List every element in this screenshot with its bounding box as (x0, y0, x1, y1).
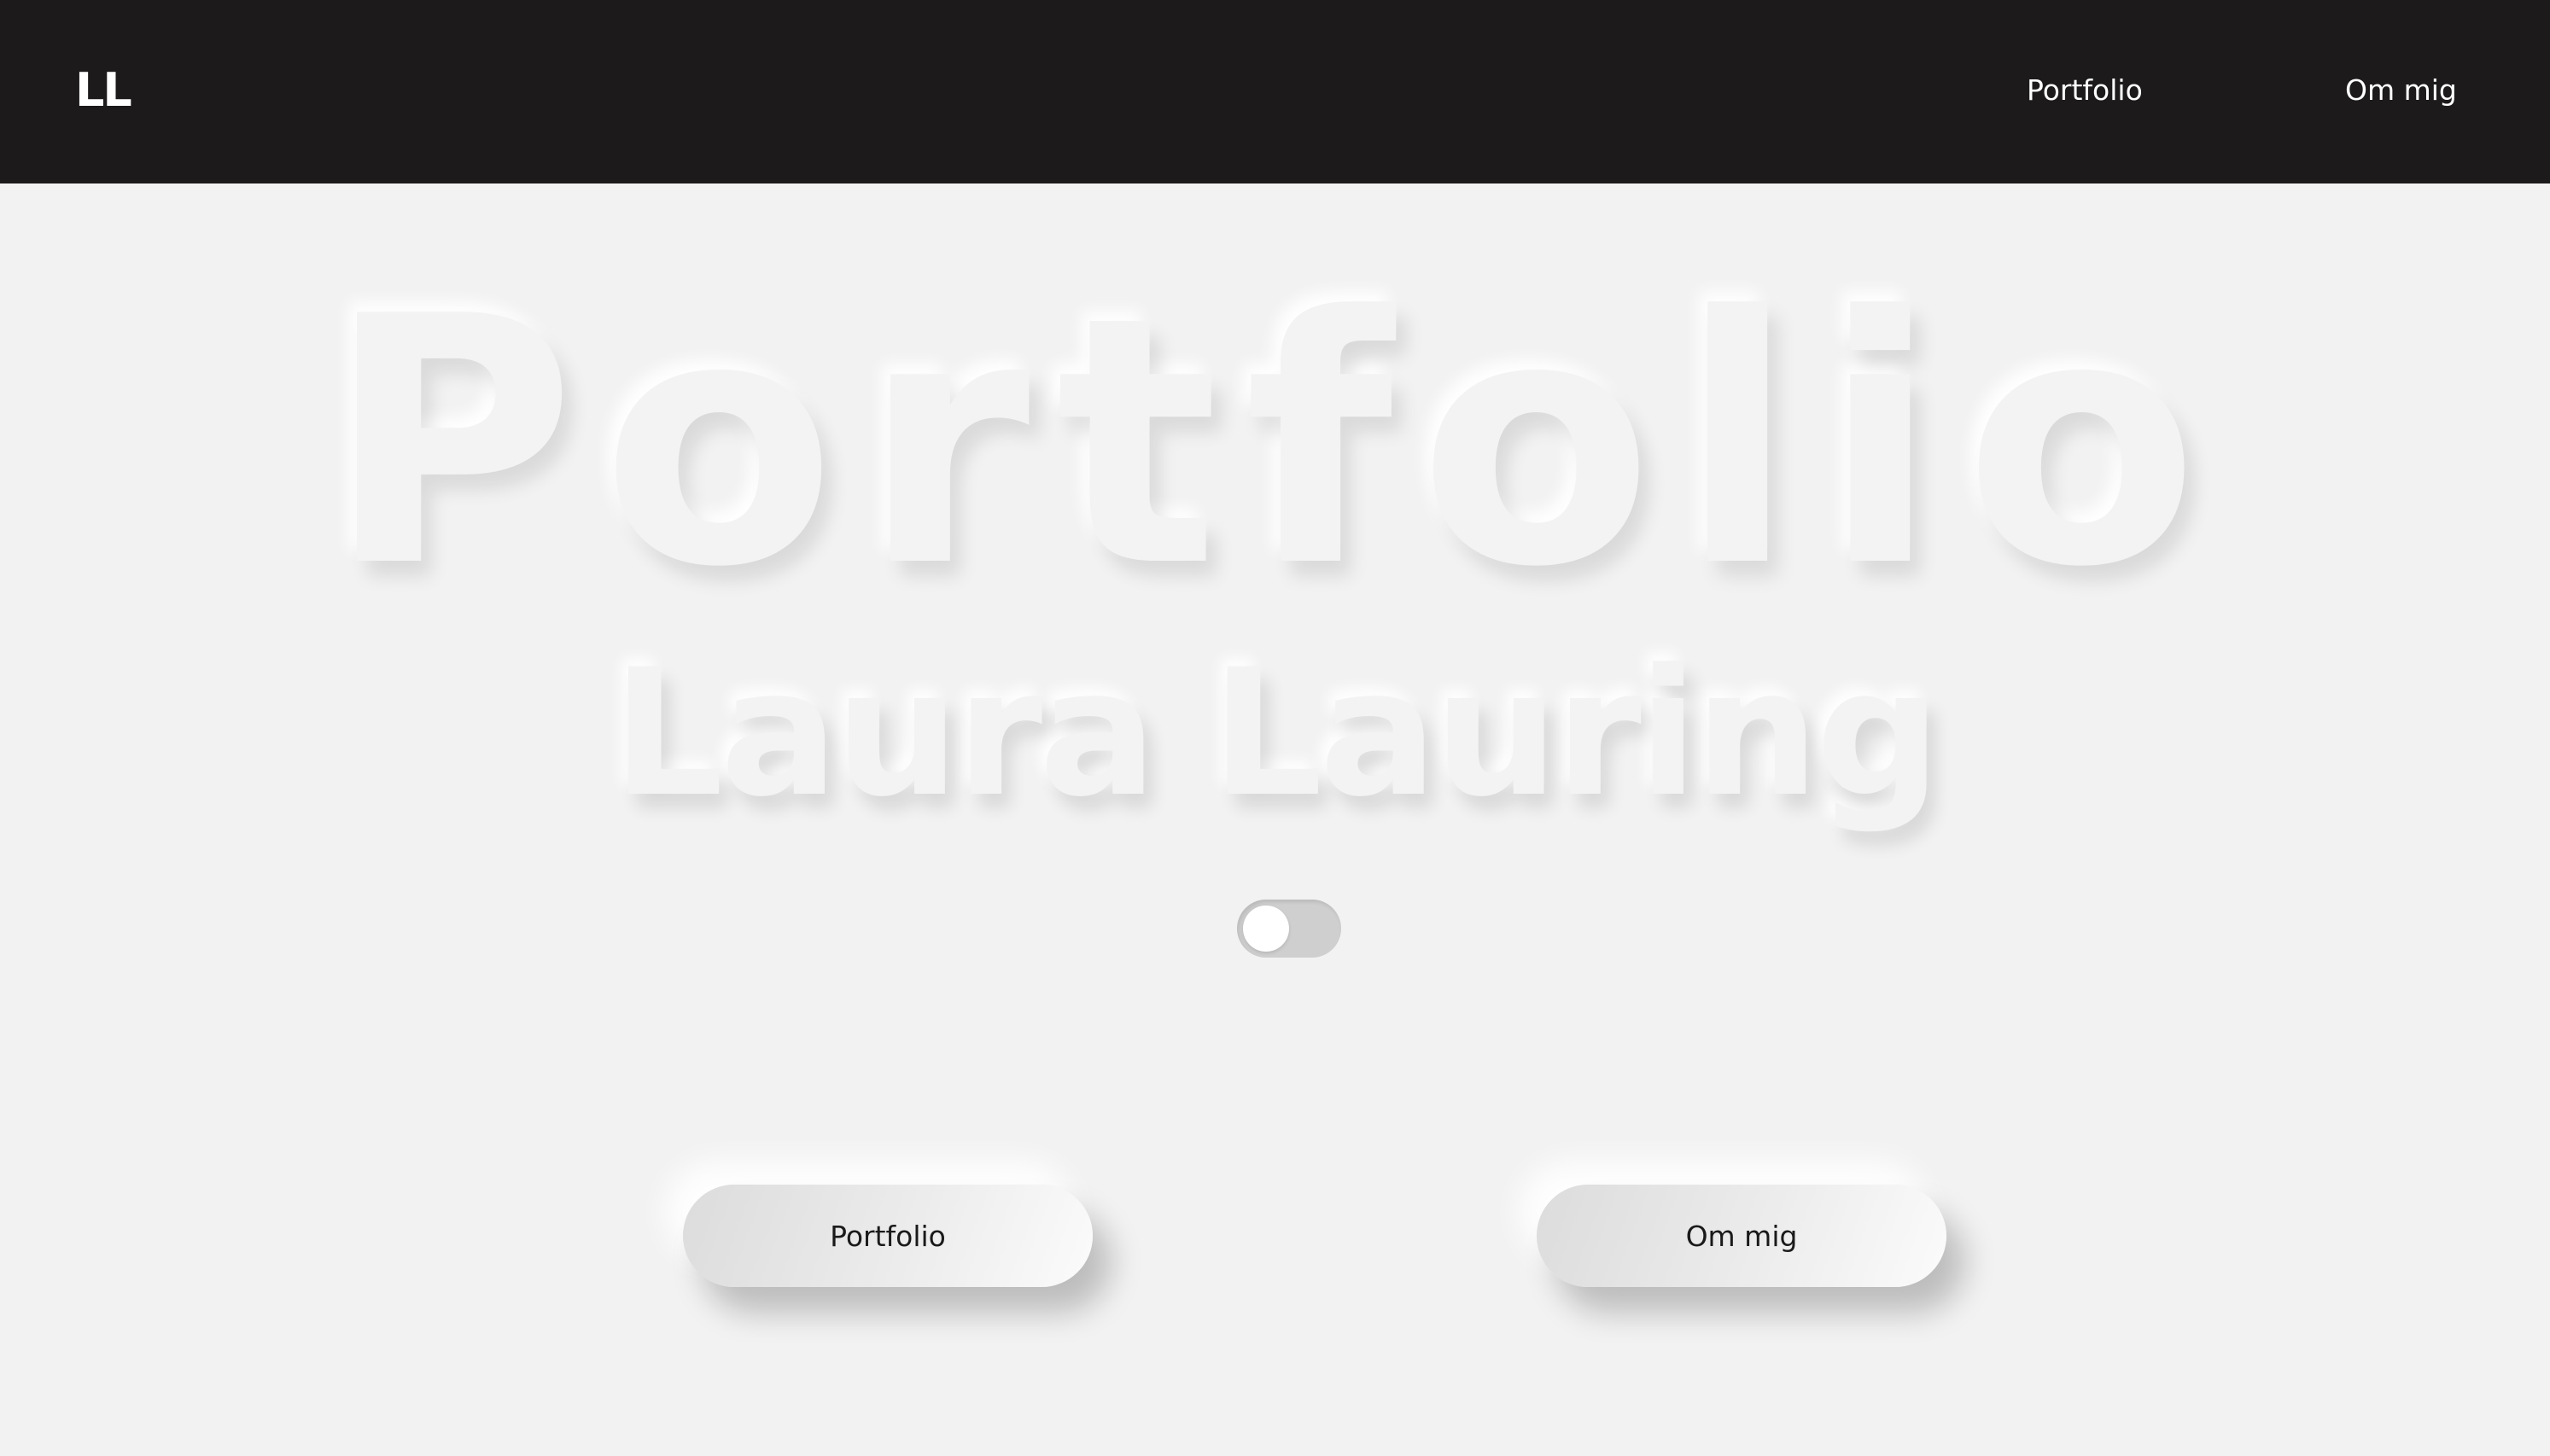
hero-title: Portfolio (325, 245, 2225, 642)
nav-link-portfolio[interactable]: Portfolio (2027, 70, 2143, 111)
nav-link-om-mig[interactable]: Om mig (2345, 70, 2457, 111)
logo[interactable]: LL (75, 61, 132, 119)
site-header: LL Portfolio Om mig (0, 0, 2550, 183)
toggle-knob (1243, 906, 1289, 952)
theme-toggle[interactable] (1237, 900, 1341, 958)
portfolio-button[interactable]: Portfolio (683, 1185, 1093, 1287)
om-mig-button[interactable]: Om mig (1537, 1185, 1946, 1287)
hero-subtitle: Laura Lauring (612, 632, 1941, 836)
